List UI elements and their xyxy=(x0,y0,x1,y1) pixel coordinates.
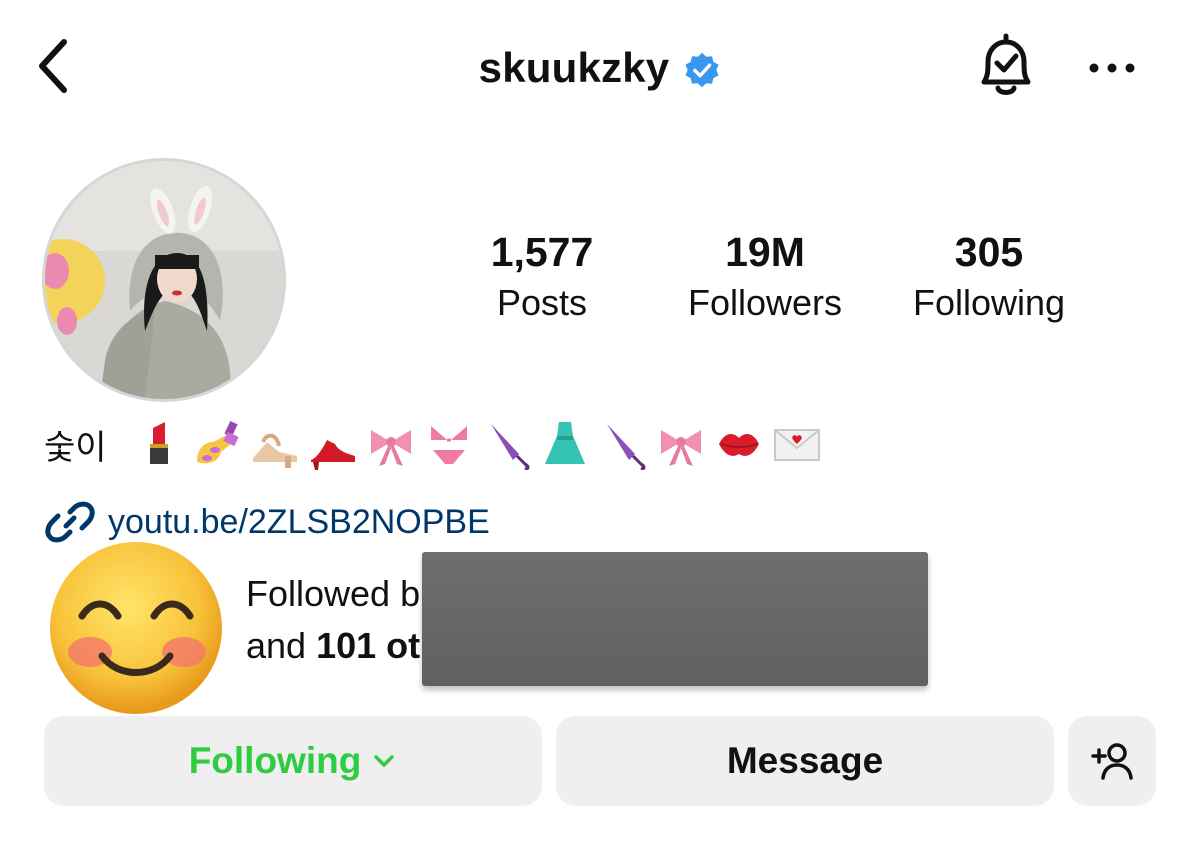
avatar-photo xyxy=(45,161,283,399)
followed-by-text[interactable]: Followed b and 101 ot xyxy=(246,568,420,672)
following-button[interactable]: Following xyxy=(44,716,542,806)
message-button[interactable]: Message xyxy=(556,716,1054,806)
kiss-mark-icon xyxy=(718,434,759,456)
bio: 숯이 xyxy=(44,412,823,476)
followed-by-count: 101 ot xyxy=(316,625,421,666)
following-count: 305 xyxy=(954,229,1024,275)
bikini-icon xyxy=(430,426,467,464)
profile-screen: skuukzky 1,577 Posts 19M Followers 305 F… xyxy=(0,0,1200,843)
profile-avatar[interactable] xyxy=(42,158,286,402)
envelope-icon xyxy=(773,429,820,461)
posts-count: 1,577 xyxy=(490,229,594,275)
smiling-face-icon xyxy=(50,542,222,714)
followed-by-line2: and 101 ot xyxy=(246,625,421,666)
followed-by-line1: Followed b xyxy=(246,573,421,614)
ribbon-icon xyxy=(660,430,701,466)
username-title: skuukzky xyxy=(478,44,670,91)
high-heeled-shoe-icon xyxy=(310,440,355,470)
chevron-down-icon xyxy=(374,755,395,767)
nail-polish-icon xyxy=(196,420,239,464)
posts-label: Posts xyxy=(496,282,588,323)
add-user-button[interactable] xyxy=(1068,716,1156,806)
message-button-label: Message xyxy=(726,740,884,781)
verified-badge-icon xyxy=(685,52,719,88)
bio-emoji-row xyxy=(133,418,823,470)
notification-bell-button[interactable] xyxy=(970,32,1042,100)
stat-following[interactable]: 305 Following xyxy=(896,226,1082,328)
ribbon-icon xyxy=(370,430,411,466)
stat-posts[interactable]: 1,577 Posts xyxy=(470,226,614,328)
womans-sandal-icon xyxy=(252,433,297,468)
notification-bell-icon xyxy=(981,33,1031,95)
following-button-label: Following xyxy=(188,740,362,781)
followers-count: 19M xyxy=(725,229,805,275)
followers-label: Followers xyxy=(687,282,843,323)
more-options-button[interactable] xyxy=(1082,48,1142,88)
dress-icon xyxy=(544,422,585,464)
redaction-box xyxy=(422,552,928,686)
link-text: youtu.be/2ZLSB2NOPBE xyxy=(108,502,490,541)
following-label: Following xyxy=(912,282,1066,323)
stat-followers[interactable]: 19M Followers xyxy=(672,226,858,328)
closed-umbrella-icon xyxy=(490,424,530,470)
bio-name: 숯이 xyxy=(44,428,107,467)
add-user-icon xyxy=(1091,743,1133,780)
more-horizontal-icon xyxy=(1089,63,1135,73)
closed-umbrella-icon xyxy=(606,424,646,470)
lipstick-icon xyxy=(149,422,168,464)
